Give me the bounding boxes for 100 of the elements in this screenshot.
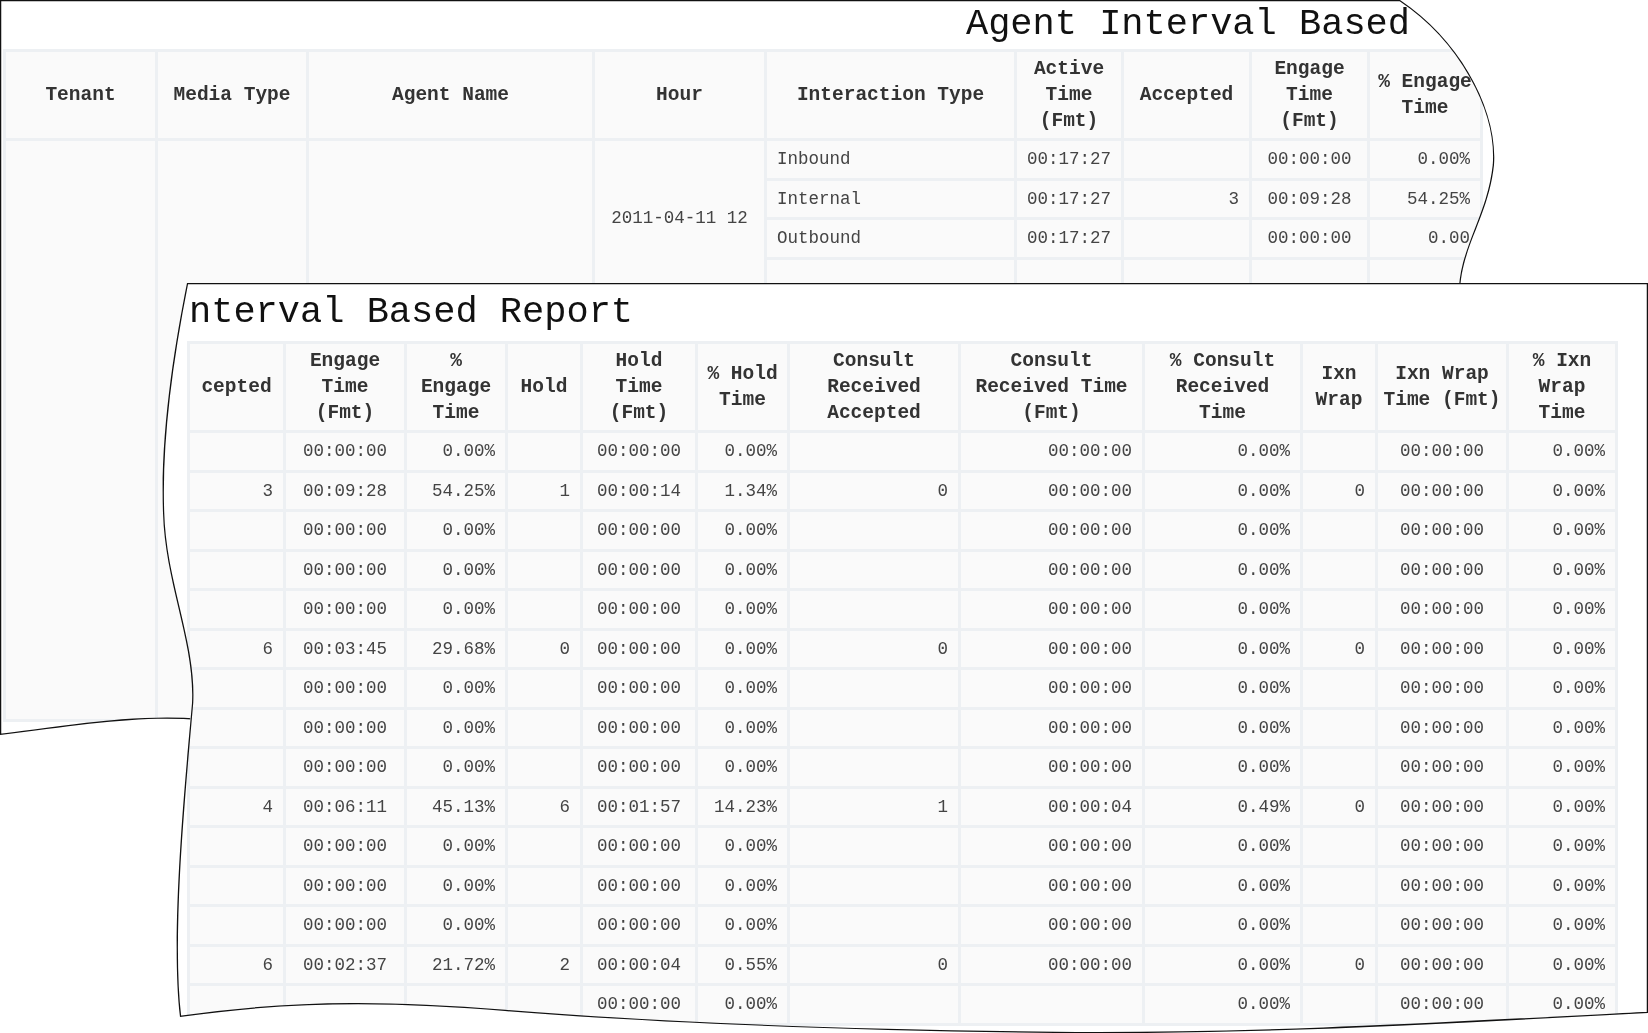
table-cell: 00:00:04 — [583, 946, 695, 983]
column-header: Ixn Wrap — [1303, 344, 1375, 430]
table-cell: 00:00:00 — [1378, 946, 1506, 983]
table-cell: 3 — [1124, 180, 1249, 217]
table-cell: 0.00% — [698, 828, 787, 865]
table-cell: 0.00% — [698, 749, 787, 786]
table-cell: 00:01:57 — [583, 788, 695, 825]
table-cell: 0.00% — [1509, 907, 1615, 944]
table-cell: 0 — [1303, 472, 1375, 509]
table-cell: 0.00% — [1145, 867, 1300, 904]
table-cell: 00:00:00 — [961, 946, 1142, 983]
table-cell: 0.00% — [1509, 591, 1615, 628]
table-cell: 00:00:00 — [1378, 551, 1506, 588]
table-cell: 00:00:00 — [1378, 472, 1506, 509]
table-cell: 0.00% — [1509, 433, 1615, 470]
table-cell: 0.00% — [698, 709, 787, 746]
table-cell: 0.00% — [407, 828, 505, 865]
table-cell: 00:00:00 — [961, 670, 1142, 707]
column-header: Interaction Type — [767, 52, 1014, 138]
table-cell: 0.55% — [698, 946, 787, 983]
table-cell: 0.00% — [407, 551, 505, 588]
table-cell: 00:00:14 — [583, 472, 695, 509]
report-title: nterval Based Report — [189, 293, 634, 331]
table-cell: 00:00:00 — [286, 670, 404, 707]
table-cell: 00:00:00 — [583, 709, 695, 746]
table-cell: 0 — [790, 630, 958, 667]
column-header: Hold — [508, 344, 580, 430]
table-cell: 00:06:11 — [286, 788, 404, 825]
table-cell: 00:02:37 — [286, 946, 404, 983]
table-cell: 00:00:00 — [286, 749, 404, 786]
table-cell: 0.00% — [1509, 472, 1615, 509]
table-cell: 00:00:00 — [961, 907, 1142, 944]
table-cell: 00:00:00 — [1378, 670, 1506, 707]
table-cell: 54.25% — [1370, 180, 1480, 217]
table-cell: 00:00:00 — [583, 512, 695, 549]
table-cell: 1.34% — [698, 472, 787, 509]
column-header: Engage Time (Fmt) — [1252, 52, 1367, 138]
table-cell: 0 — [1303, 630, 1375, 667]
table-cell: 0.00% — [1145, 946, 1300, 983]
table-cell: 0.00% — [698, 986, 787, 1023]
table-cell: 00:00:00 — [961, 433, 1142, 470]
table-cell: 00:00:00 — [961, 551, 1142, 588]
table-cell: 00:00:00 — [1378, 709, 1506, 746]
column-header: Active Time (Fmt) — [1017, 52, 1121, 138]
table-cell: 0.00% — [698, 867, 787, 904]
table-cell: 0.00% — [1509, 946, 1615, 983]
table-cell: 00:00:00 — [583, 828, 695, 865]
column-header: Tenant — [6, 52, 155, 138]
table-cell: 0.00% — [698, 433, 787, 470]
column-header: % Engage Time — [1370, 52, 1480, 138]
table-cell: 0.00% — [407, 591, 505, 628]
table-cell: 00:00:00 — [286, 591, 404, 628]
column-header: Consult Received Time (Fmt) — [961, 344, 1142, 430]
table-cell: Inbound — [767, 141, 1014, 178]
table-cell: 00:09:28 — [286, 472, 404, 509]
column-header: Consult Received Accepted — [790, 344, 958, 430]
table-cell: 0.00% — [1145, 551, 1300, 588]
table-cell: 00:00:00 — [286, 551, 404, 588]
table-cell: 4 — [190, 788, 283, 825]
table-cell: 0 — [1303, 946, 1375, 983]
table-cell: 0.00% — [1145, 472, 1300, 509]
table-cell: 0.00% — [1145, 670, 1300, 707]
table-cell: Internal — [767, 180, 1014, 217]
table-cell: 0.00% — [698, 670, 787, 707]
column-header: % Consult Received Time — [1145, 344, 1300, 430]
table-cell: 0 — [1303, 788, 1375, 825]
table-cell: 00:00:00 — [583, 986, 695, 1023]
column-header: % Ixn Wrap Time — [1509, 344, 1615, 430]
table-cell: 00:00:00 — [1378, 433, 1506, 470]
column-header: Agent Name — [309, 52, 592, 138]
table-cell: 00:00:00 — [583, 630, 695, 667]
table-cell: 0.00% — [1509, 670, 1615, 707]
table-cell: 6 — [508, 788, 580, 825]
table-cell: 00:00:00 — [286, 867, 404, 904]
table-cell: 29.68% — [407, 630, 505, 667]
column-header: Hour — [595, 52, 764, 138]
table-cell: 00:00:00 — [1252, 141, 1367, 178]
table-cell: 00:00:00 — [583, 433, 695, 470]
table-cell: 0.00% — [407, 907, 505, 944]
table-cell: 0.00% — [407, 749, 505, 786]
table-cell: 0.00% — [1145, 591, 1300, 628]
table-cell: 21.72% — [407, 946, 505, 983]
table-cell: 0.00% — [1145, 986, 1300, 1023]
table-cell: 00:03:45 — [286, 630, 404, 667]
table-cell: 0.00% — [1509, 788, 1615, 825]
table-cell: 00:00:00 — [1378, 907, 1506, 944]
table-cell: 00:00:00 — [583, 867, 695, 904]
table-cell: 0 — [790, 472, 958, 509]
table-cell: 00:00:00 — [961, 709, 1142, 746]
column-header: % Engage Time — [407, 344, 505, 430]
table-cell: 00:00:00 — [1378, 749, 1506, 786]
table-cell: 0.00% — [698, 551, 787, 588]
table-cell: 00:00:00 — [1378, 512, 1506, 549]
table-cell: 45.13% — [407, 788, 505, 825]
table-cell: 0.00% — [698, 512, 787, 549]
table-cell: 00:00:00 — [583, 670, 695, 707]
table-cell: 0.00% — [698, 630, 787, 667]
table-cell: 3 — [190, 472, 283, 509]
table-cell: 6 — [190, 946, 283, 983]
column-header: Accepted — [1124, 52, 1249, 138]
